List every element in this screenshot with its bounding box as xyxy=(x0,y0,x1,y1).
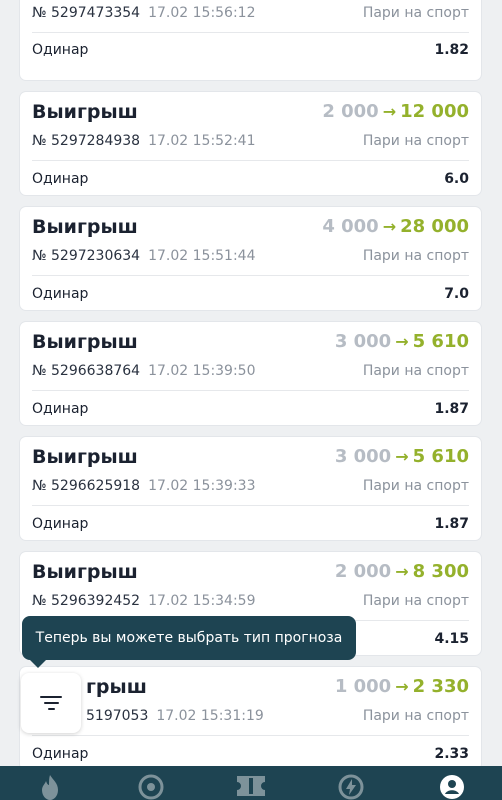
bet-coefficient: 4.15 xyxy=(434,631,469,647)
bet-meta: № 5297284938 17.02 15:52:41 Пари на спорт xyxy=(32,132,469,150)
payout-amount: 8 300 xyxy=(412,561,469,582)
bet-time: 17.02 15:56:12 xyxy=(148,5,256,21)
bet-coefficient: 6.0 xyxy=(444,171,469,187)
ticket-icon xyxy=(236,776,265,796)
bet-time: 17.02 15:51:44 xyxy=(148,248,256,264)
bet-card[interactable]: № 5297473354 17.02 15:56:12 Пари на спорт… xyxy=(20,0,481,80)
card-divider xyxy=(32,160,469,161)
nav-item-profile[interactable] xyxy=(427,766,477,800)
arrow-right-icon: → xyxy=(395,332,409,351)
payout-amount: 2 330 xyxy=(412,676,469,697)
arrow-right-icon: → xyxy=(382,102,397,121)
card-divider xyxy=(32,275,469,276)
bet-coefficient: 1.87 xyxy=(434,401,469,417)
bet-meta: № 5296625918 17.02 15:39:33 Пари на спорт xyxy=(32,477,469,495)
bet-meta: 5197053 17.02 15:31:19 Пари на спорт xyxy=(86,707,469,725)
card-divider xyxy=(32,32,469,33)
bet-number: № 5297284938 xyxy=(32,133,141,149)
bet-type: Одинар xyxy=(32,42,89,58)
bet-coefficient: 1.82 xyxy=(434,42,469,58)
bet-category: Пари на спорт xyxy=(362,478,469,494)
bet-card[interactable]: Выигрыш 3 000 → 5 610 № 5296638764 17.02 15… xyxy=(20,322,481,425)
bet-card[interactable]: грыш 1 000 → 2 330 5197053 17.02 15:31:19 П… xyxy=(20,667,481,770)
bet-bottom-row: Одинар 1.87 xyxy=(32,400,469,418)
bet-category: Пари на спорт xyxy=(362,248,469,264)
bottom-navigation xyxy=(0,766,502,800)
bet-coefficient: 2.33 xyxy=(434,746,469,762)
bet-amounts: 1 000 → 2 330 xyxy=(335,675,469,699)
bet-type: Одинар xyxy=(32,401,89,417)
bet-amounts: 2 000 → 8 300 xyxy=(335,560,469,584)
bet-category: Пари на спорт xyxy=(362,363,469,379)
payout-amount: 12 000 xyxy=(400,101,469,122)
bet-bottom-row: Одинар 6.0 xyxy=(32,170,469,188)
bet-number: 5197053 xyxy=(86,708,149,724)
bet-bottom-row: Одинар 2.33 xyxy=(32,745,469,763)
bet-time: 17.02 15:31:19 xyxy=(156,708,264,724)
stake-amount: 2 000 xyxy=(334,561,392,582)
bet-category: Пари на спорт xyxy=(362,593,469,609)
bolt-icon xyxy=(338,774,364,800)
bet-amounts: 3 000 → 5 610 xyxy=(335,445,469,469)
payout-amount: 5 610 xyxy=(412,446,469,467)
nav-item-coupons[interactable] xyxy=(226,766,276,800)
arrow-right-icon: → xyxy=(382,217,397,236)
bet-amounts: 4 000 → 28 000 xyxy=(322,215,469,239)
stake-amount: 2 000 xyxy=(322,101,379,122)
bet-time: 17.02 15:39:50 xyxy=(148,363,256,379)
arrow-right-icon: → xyxy=(395,562,409,581)
payout-amount: 28 000 xyxy=(400,216,469,237)
bet-meta: № 5297473354 17.02 15:56:12 Пари на спорт xyxy=(32,4,469,22)
filter-icon xyxy=(40,696,62,710)
bet-type: Одинар xyxy=(32,746,89,762)
profile-icon xyxy=(439,775,464,799)
bet-bottom-row: Одинар 7.0 xyxy=(32,285,469,303)
bet-meta: № 5297230634 17.02 15:51:44 Пари на спорт xyxy=(32,247,469,265)
bet-amounts: 3 000 → 5 610 xyxy=(335,330,469,354)
nav-item-hot[interactable] xyxy=(25,766,75,800)
bet-bottom-row: Одинар 1.87 xyxy=(32,515,469,533)
bet-category: Пари на спорт xyxy=(362,133,469,149)
bet-coefficient: 7.0 xyxy=(444,286,469,302)
bet-amounts: 2 000 → 12 000 xyxy=(322,100,469,124)
bet-coefficient: 1.87 xyxy=(434,516,469,532)
stake-amount: 3 000 xyxy=(334,331,392,352)
bet-category: Пари на спорт xyxy=(362,5,469,21)
bet-category: Пари на спорт xyxy=(362,708,469,724)
bet-time: 17.02 15:34:59 xyxy=(148,593,256,609)
card-divider xyxy=(32,390,469,391)
target-icon xyxy=(138,774,164,800)
filter-hint-tooltip: Теперь вы можете выбрать тип прогноза xyxy=(22,616,356,660)
bet-time: 17.02 15:39:33 xyxy=(148,478,256,494)
bet-type: Одинар xyxy=(32,171,89,187)
stake-amount: 4 000 xyxy=(322,216,379,237)
bet-meta: № 5296392452 17.02 15:34:59 Пари на спорт xyxy=(32,592,469,610)
bet-number: № 5297230634 xyxy=(32,248,141,264)
arrow-right-icon: → xyxy=(395,447,409,466)
filter-button[interactable] xyxy=(21,673,81,733)
bet-number: № 5296638764 xyxy=(32,363,141,379)
tooltip-pointer xyxy=(30,660,46,668)
stake-amount: 3 000 xyxy=(334,446,392,467)
bet-type: Одинар xyxy=(32,516,89,532)
flame-icon xyxy=(42,775,59,800)
bet-number: № 5296625918 xyxy=(32,478,141,494)
bet-card[interactable]: Выигрыш 4 000 → 28 000 № 5297230634 17.02 1… xyxy=(20,207,481,310)
bet-card[interactable]: Выигрыш 2 000 → 12 000 № 5297284938 17.02 1… xyxy=(20,92,481,195)
bet-meta: № 5296638764 17.02 15:39:50 Пари на спорт xyxy=(32,362,469,380)
bet-bottom-row: Одинар 1.82 xyxy=(32,41,469,59)
bet-time: 17.02 15:52:41 xyxy=(148,133,256,149)
bet-card[interactable]: Выигрыш 3 000 → 5 610 № 5296625918 17.02 15… xyxy=(20,437,481,540)
bet-type: Одинар xyxy=(32,286,89,302)
bet-number: № 5297473354 xyxy=(32,5,141,21)
nav-item-live[interactable] xyxy=(326,766,376,800)
card-divider xyxy=(32,735,469,736)
payout-amount: 5 610 xyxy=(412,331,469,352)
stake-amount: 1 000 xyxy=(334,676,392,697)
arrow-right-icon: → xyxy=(395,677,409,696)
card-divider xyxy=(32,505,469,506)
bet-number: № 5296392452 xyxy=(32,593,141,609)
nav-item-sport[interactable] xyxy=(126,766,176,800)
